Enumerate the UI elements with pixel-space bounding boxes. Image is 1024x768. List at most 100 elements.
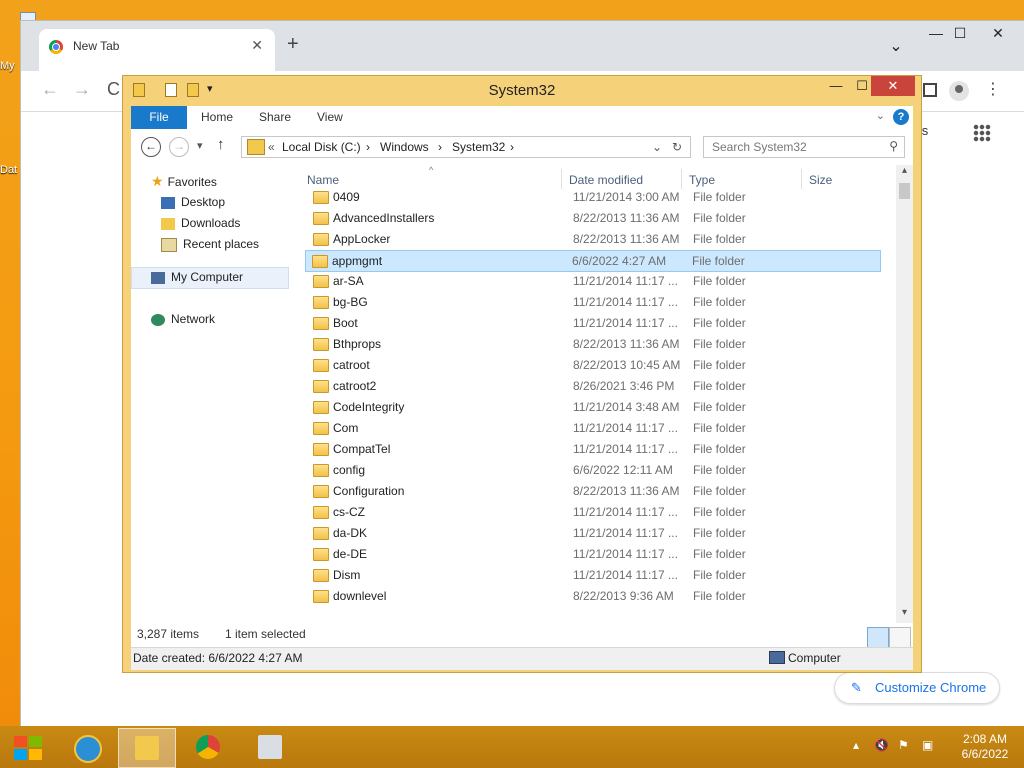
expand-ribbon-icon[interactable]: ⌄ bbox=[876, 109, 885, 122]
breadcrumb-windows[interactable]: Windows bbox=[380, 140, 429, 154]
address-dropdown-icon[interactable]: ⌄ bbox=[652, 140, 662, 154]
file-type: File folder bbox=[693, 463, 746, 477]
file-row[interactable]: cs-CZ 11/21/2014 11:17 ... File folder bbox=[307, 502, 881, 522]
chrome-menu-icon[interactable]: ⋮ bbox=[985, 79, 1001, 99]
breadcrumb-separator[interactable]: › bbox=[510, 140, 514, 154]
address-bar[interactable]: « Local Disk (C:) › Windows › System32 ›… bbox=[241, 136, 691, 158]
recent-locations-icon[interactable]: ▾ bbox=[197, 139, 203, 152]
nav-favorites[interactable]: ★ Favorites bbox=[151, 173, 217, 190]
taskbar-chrome[interactable] bbox=[180, 728, 236, 766]
scroll-down-icon[interactable]: ▾ bbox=[896, 607, 913, 623]
minimize-button[interactable]: — bbox=[823, 76, 849, 96]
file-row[interactable]: Dism 11/21/2014 11:17 ... File folder bbox=[307, 565, 881, 585]
file-name: 0409 bbox=[333, 190, 360, 204]
scroll-thumb[interactable] bbox=[899, 183, 910, 199]
column-divider[interactable] bbox=[681, 169, 682, 189]
computer-icon bbox=[151, 271, 165, 284]
file-row[interactable]: appmgmt 6/6/2022 4:27 AM File folder bbox=[305, 250, 881, 272]
taskbar-performance-monitor[interactable] bbox=[242, 728, 298, 766]
file-row[interactable]: bg-BG 11/21/2014 11:17 ... File folder bbox=[307, 292, 881, 312]
file-row[interactable]: CodeIntegrity 11/21/2014 3:48 AM File fold… bbox=[307, 397, 881, 417]
nav-desktop[interactable]: Desktop bbox=[161, 195, 225, 209]
nav-network[interactable]: Network bbox=[151, 312, 215, 326]
file-row[interactable]: de-DE 11/21/2014 11:17 ... File folder bbox=[307, 544, 881, 564]
windows-logo-quad bbox=[29, 736, 42, 747]
tab-share[interactable]: Share bbox=[259, 106, 291, 129]
breadcrumb-separator[interactable]: › bbox=[366, 140, 370, 154]
file-row[interactable]: Configuration 8/22/2013 11:36 AM File fold… bbox=[307, 481, 881, 501]
file-row[interactable]: catroot2 8/26/2021 3:46 PM File folder bbox=[307, 376, 881, 396]
maximize-button[interactable]: ☐ bbox=[945, 21, 975, 45]
column-header-date[interactable]: Date modified bbox=[569, 173, 643, 187]
file-row[interactable]: Bthprops 8/22/2013 11:36 AM File folder bbox=[307, 334, 881, 354]
navigation-pane: ★ Favorites Desktop Downloads Recent plac… bbox=[131, 165, 301, 623]
breadcrumb-local-disk[interactable]: Local Disk (C:) bbox=[282, 140, 361, 154]
taskbar-internet-explorer[interactable] bbox=[58, 728, 114, 766]
tab-search-icon[interactable]: ⌄ bbox=[881, 35, 911, 59]
file-row[interactable]: catroot 8/22/2013 10:45 AM File folder bbox=[307, 355, 881, 375]
file-row[interactable]: ar-SA 11/21/2014 11:17 ... File folder bbox=[307, 271, 881, 291]
breadcrumb-system32[interactable]: System32 bbox=[452, 140, 505, 154]
nav-my-computer[interactable]: My Computer bbox=[151, 270, 243, 284]
file-explorer-icon bbox=[135, 736, 159, 760]
customize-chrome-button[interactable]: ✎ Customize Chrome bbox=[834, 672, 1000, 704]
apps-grid-icon[interactable] bbox=[973, 124, 991, 142]
file-row[interactable]: da-DK 11/21/2014 11:17 ... File folder bbox=[307, 523, 881, 543]
breadcrumb-separator[interactable]: › bbox=[438, 140, 442, 154]
search-icon[interactable]: ⚲ bbox=[889, 139, 898, 153]
search-input[interactable]: Search System32 ⚲ bbox=[703, 136, 905, 158]
column-header-name[interactable]: Name bbox=[307, 173, 339, 187]
vertical-scrollbar[interactable]: ▴ ▾ bbox=[896, 165, 913, 623]
network-icon[interactable]: ▣ bbox=[922, 738, 933, 752]
start-button[interactable] bbox=[8, 732, 48, 762]
action-center-icon[interactable]: ⚑ bbox=[898, 738, 909, 752]
close-button[interactable]: ✕ bbox=[871, 76, 915, 96]
side-panel-icon[interactable] bbox=[923, 83, 937, 97]
nav-recent-places[interactable]: Recent places bbox=[161, 237, 259, 252]
volume-muted-icon[interactable]: 🔇 bbox=[874, 738, 889, 752]
tab-close-icon[interactable]: ✕ bbox=[251, 37, 263, 54]
back-button[interactable]: ← bbox=[141, 137, 161, 157]
column-divider[interactable] bbox=[561, 169, 562, 189]
file-row[interactable]: Boot 11/21/2014 11:17 ... File folder bbox=[307, 313, 881, 333]
tab-new-tab[interactable]: New Tab ✕ bbox=[39, 29, 275, 71]
file-row[interactable]: CompatTel 11/21/2014 11:17 ... File folder bbox=[307, 439, 881, 459]
profile-avatar-icon[interactable] bbox=[949, 81, 969, 101]
large-icons-view-icon[interactable] bbox=[889, 627, 911, 649]
forward-icon[interactable]: → bbox=[73, 79, 91, 100]
folder-icon bbox=[313, 401, 329, 414]
forward-button[interactable]: → bbox=[169, 137, 189, 157]
file-row[interactable]: 0409 11/21/2014 3:00 AM File folder bbox=[307, 187, 881, 207]
file-row[interactable]: downlevel 8/22/2013 9:36 AM File folder bbox=[307, 586, 881, 606]
refresh-icon[interactable]: ↻ bbox=[672, 140, 682, 154]
file-row[interactable]: Com 11/21/2014 11:17 ... File folder bbox=[307, 418, 881, 438]
close-button[interactable]: ✕ bbox=[983, 21, 1013, 45]
show-hidden-icons[interactable]: ▴ bbox=[853, 738, 859, 752]
column-divider[interactable] bbox=[801, 169, 802, 189]
file-type: File folder bbox=[693, 232, 746, 246]
details-view-icon[interactable] bbox=[867, 627, 889, 649]
column-header-type[interactable]: Type bbox=[689, 173, 715, 187]
file-row[interactable]: config 6/6/2022 12:11 AM File folder bbox=[307, 460, 881, 480]
reload-icon[interactable]: C bbox=[107, 79, 120, 100]
tab-home[interactable]: Home bbox=[201, 106, 233, 129]
breadcrumb-overflow[interactable]: « bbox=[268, 140, 275, 154]
file-name: Dism bbox=[333, 568, 361, 582]
nav-label: Favorites bbox=[167, 175, 217, 189]
new-tab-button[interactable]: + bbox=[287, 33, 299, 56]
scroll-up-icon[interactable]: ▴ bbox=[896, 165, 913, 181]
file-row[interactable]: AppLocker 8/22/2013 11:36 AM File folder bbox=[307, 229, 881, 249]
taskbar-file-explorer[interactable] bbox=[118, 728, 176, 768]
up-arrow-icon[interactable]: ↑ bbox=[217, 136, 225, 153]
nav-downloads[interactable]: Downloads bbox=[161, 216, 240, 230]
system-clock[interactable]: 2:08 AM 6/6/2022 bbox=[950, 732, 1020, 762]
tab-file[interactable]: File bbox=[131, 106, 187, 129]
back-icon[interactable]: ← bbox=[41, 79, 59, 100]
column-header-size[interactable]: Size bbox=[809, 173, 832, 187]
file-type: File folder bbox=[693, 337, 746, 351]
file-row[interactable]: AdvancedInstallers 8/22/2013 11:36 AM File… bbox=[307, 208, 881, 228]
tab-view[interactable]: View bbox=[317, 106, 343, 129]
help-icon[interactable]: ? bbox=[893, 109, 909, 125]
file-name: da-DK bbox=[333, 526, 368, 540]
folder-icon bbox=[313, 359, 329, 372]
